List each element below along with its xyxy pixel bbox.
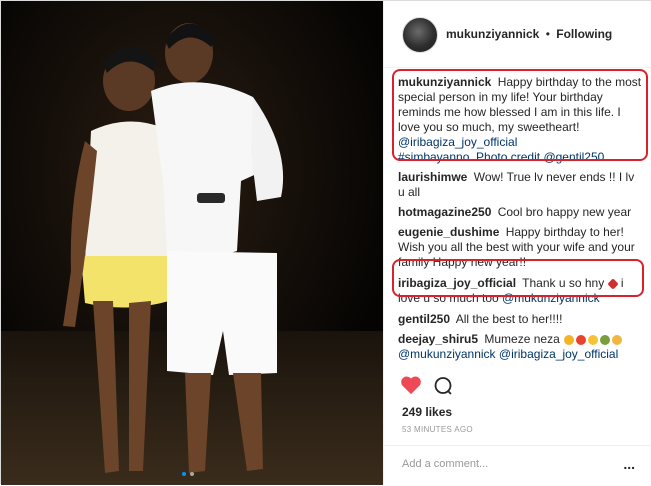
like-heart-icon[interactable] bbox=[400, 375, 422, 400]
header-text: mukunziyannick • Following bbox=[446, 27, 612, 41]
comment: hotmagazine250 Cool bro happy new year bbox=[398, 205, 644, 220]
comment-text: Mumeze neza bbox=[484, 332, 560, 346]
comment-username[interactable]: gentil250 bbox=[398, 312, 450, 326]
photo-image bbox=[1, 1, 383, 485]
emoji-icon bbox=[564, 334, 575, 345]
highlight-caption bbox=[392, 69, 648, 161]
comment-username[interactable]: eugenie_dushime bbox=[398, 225, 499, 239]
post-photo[interactable] bbox=[1, 1, 383, 485]
comment-mention[interactable]: @mukunziyannick bbox=[398, 347, 496, 361]
likes-count[interactable]: 249 likes bbox=[402, 405, 452, 419]
comment: gentil250 All the best to her!!!! bbox=[398, 312, 644, 327]
comment-username[interactable]: deejay_shiru5 bbox=[398, 332, 478, 346]
following-button[interactable]: Following bbox=[556, 27, 612, 41]
emoji-icon bbox=[612, 334, 623, 345]
carousel-dot-active bbox=[182, 472, 186, 476]
comment-bubble-icon[interactable] bbox=[433, 376, 453, 401]
comment-mention[interactable]: @iribagiza_joy_official bbox=[499, 347, 618, 361]
carousel-dots bbox=[180, 463, 196, 481]
comment: laurishimwe Wow! True lv never ends !! I… bbox=[398, 170, 644, 200]
comment-text: All the best to her!!!! bbox=[455, 312, 563, 326]
instagram-post: mukunziyannick • Following mukunziyannic… bbox=[0, 0, 651, 485]
add-comment-bar: Add a comment... ... bbox=[384, 445, 651, 486]
comment: deejay_shiru5 Mumeze neza @mukunziyannic… bbox=[398, 332, 644, 362]
post-header: mukunziyannick • Following bbox=[384, 1, 651, 68]
emoji-icon bbox=[588, 334, 599, 345]
more-options-icon[interactable]: ... bbox=[623, 456, 635, 472]
header-separator: • bbox=[545, 27, 550, 41]
post-timestamp: 53 MINUTES AGO bbox=[402, 425, 473, 434]
avatar[interactable] bbox=[402, 17, 438, 53]
header-username[interactable]: mukunziyannick bbox=[446, 27, 539, 41]
action-bar bbox=[384, 371, 651, 403]
highlight-reply bbox=[392, 259, 644, 297]
post-side-panel: mukunziyannick • Following mukunziyannic… bbox=[383, 1, 651, 485]
carousel-dot bbox=[190, 472, 194, 476]
add-comment-input[interactable]: Add a comment... bbox=[402, 458, 488, 470]
comment-text: Cool bro happy new year bbox=[497, 205, 632, 219]
emoji-icon bbox=[600, 334, 611, 345]
comment-username[interactable]: laurishimwe bbox=[398, 170, 467, 184]
comment-username[interactable]: hotmagazine250 bbox=[398, 205, 491, 219]
emoji-icon bbox=[576, 334, 587, 345]
